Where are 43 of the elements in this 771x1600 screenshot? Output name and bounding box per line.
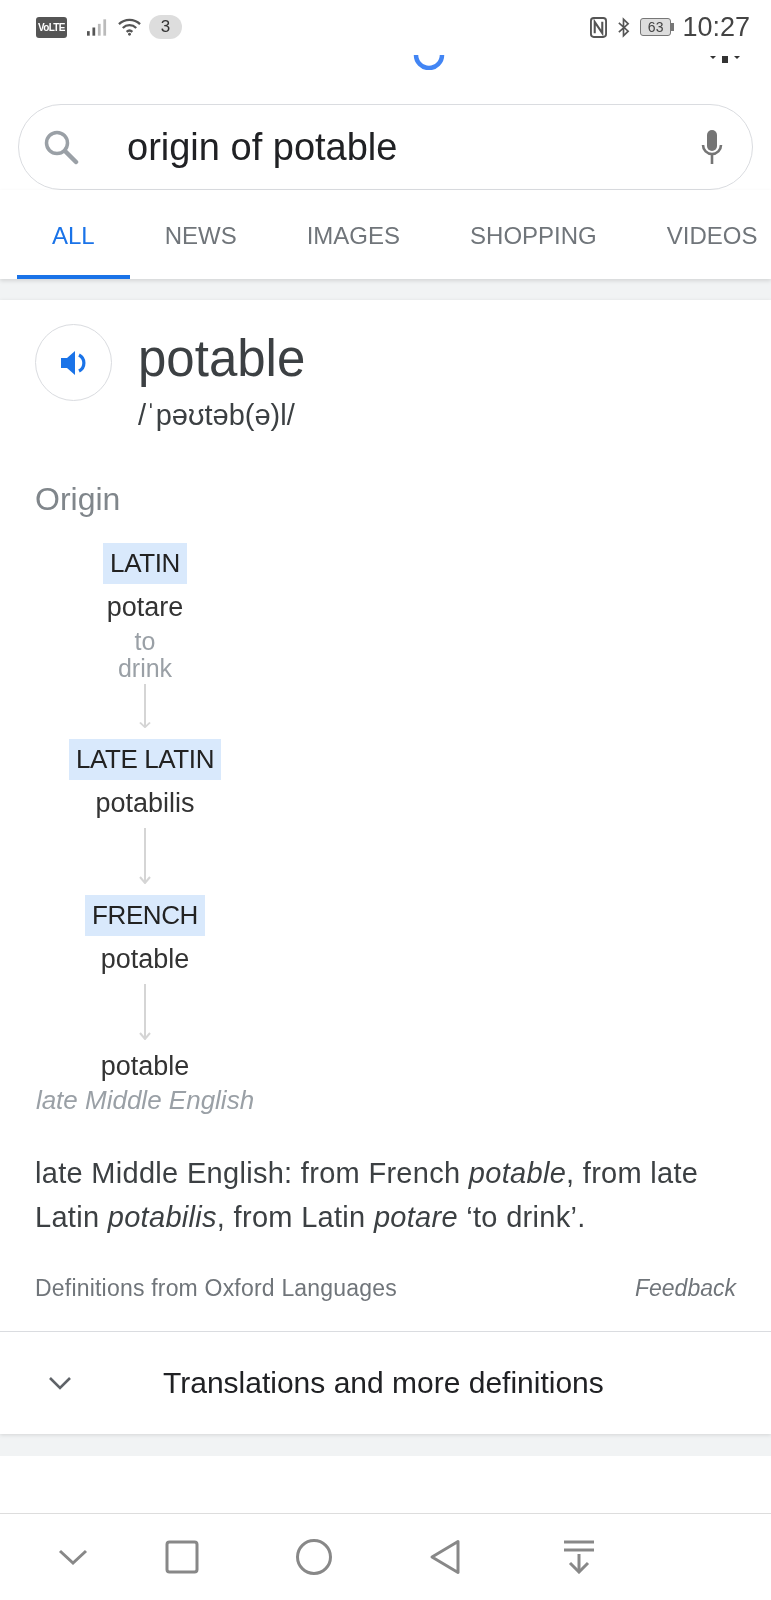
search-tab[interactable]: NEWS [129, 190, 272, 279]
search-tab[interactable]: ALL [17, 190, 130, 279]
clock-time: 10:27 [682, 11, 750, 43]
down-arrow [139, 984, 151, 1040]
nfc-icon [589, 16, 607, 38]
network-badge: VoLTE [36, 16, 67, 38]
search-tab[interactable]: IMAGES [271, 190, 436, 279]
chevron-down-icon[interactable] [58, 1548, 88, 1566]
origin-word: potabilis [95, 788, 195, 818]
search-icon[interactable] [43, 129, 79, 165]
language-label: LATIN [103, 543, 187, 584]
origin-heading: Origin [35, 480, 122, 519]
cropped-icon [710, 56, 740, 63]
gloss-text: to drink [116, 628, 174, 682]
language-label: FRENCH [85, 895, 205, 936]
pronunciation-text: /ˈpəʊtəb(ə)l/ [138, 398, 296, 432]
recent-apps-icon[interactable] [165, 1540, 199, 1574]
search-tab[interactable]: SHOPPING [435, 190, 632, 279]
pull-down-icon[interactable] [563, 1540, 595, 1574]
microphone-icon[interactable] [700, 129, 724, 165]
feedback-link[interactable]: Feedback [635, 1274, 736, 1302]
notification-count: 3 [148, 15, 183, 39]
arc-icon [413, 53, 445, 70]
chevron-icon [48, 1376, 72, 1390]
origin-word: potare [106, 592, 184, 622]
language-label: LATE LATIN [68, 739, 222, 780]
origin-word: potable [100, 1051, 190, 1081]
language-note: late Middle English [35, 1085, 255, 1115]
down-arrow [139, 828, 151, 884]
down-arrow [139, 684, 151, 728]
back-icon[interactable] [429, 1539, 461, 1575]
bluetooth-icon [616, 16, 630, 38]
origin-word: potable [100, 944, 190, 974]
more-definitions-row[interactable]: Translations and more definitions [0, 1331, 771, 1434]
speaker-icon [60, 349, 87, 376]
search-tab[interactable]: VIDEOS [631, 190, 770, 279]
source-text: Definitions from Oxford Languages [35, 1274, 397, 1302]
headword: potable [138, 332, 306, 386]
etymology-text: late Middle English: from French potable, from late Latin potabilis, from Latin potare ‘to drink’. [35, 1156, 700, 1235]
home-icon[interactable] [295, 1538, 333, 1576]
signal-icon [86, 18, 107, 36]
battery-indicator: 63 [639, 18, 675, 36]
wifi-icon [117, 18, 141, 36]
